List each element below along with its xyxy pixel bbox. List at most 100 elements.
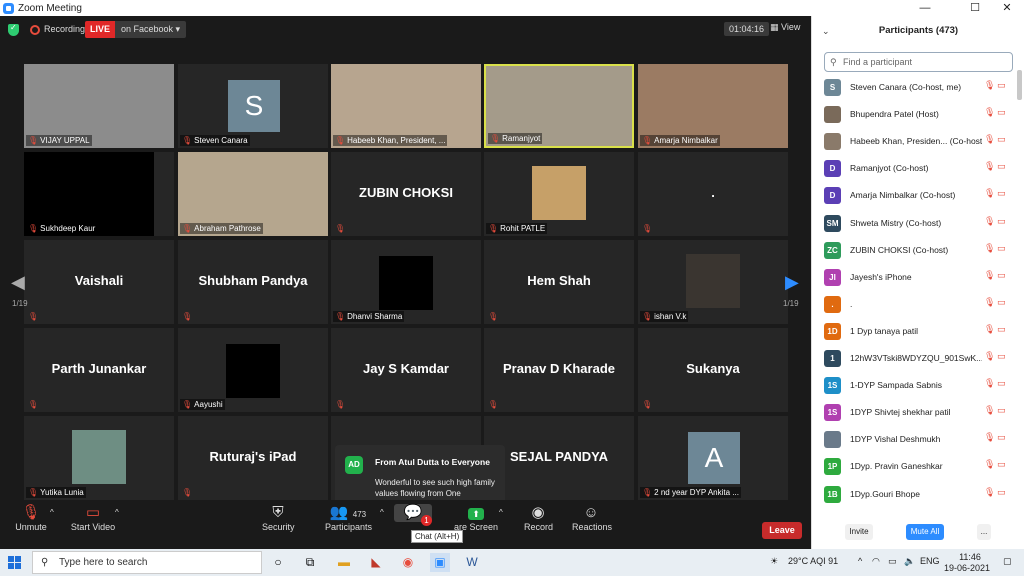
video-tile[interactable]: 🎙 ishan V.k: [638, 240, 788, 324]
invite-button[interactable]: Invite: [845, 524, 873, 540]
participant-row[interactable]: SM Shweta Mistry (Co-host) 🎙 ▭: [812, 210, 1017, 237]
leave-button[interactable]: Leave: [762, 522, 802, 539]
view-button[interactable]: ▦ View: [770, 22, 800, 33]
video-options-caret-icon[interactable]: ^: [115, 508, 119, 517]
participant-avatar: 1D: [824, 322, 841, 340]
windows-start-icon[interactable]: [8, 556, 21, 569]
video-tile[interactable]: 🎙 Aayushi: [178, 328, 328, 412]
chrome-icon[interactable]: ◉: [398, 553, 418, 572]
video-status-icon: ▭: [997, 134, 1006, 145]
taskbar-search-input[interactable]: ⚲ Type here to search: [32, 551, 262, 574]
security-button[interactable]: ⛨ Security: [262, 504, 295, 532]
participant-row[interactable]: Bhupendra Patel (Host) 🎙 ▭: [812, 101, 1017, 128]
participant-name: Shweta Mistry (Co-host): [850, 217, 942, 228]
record-label: Record: [524, 522, 554, 532]
video-tile[interactable]: 🎙 Abraham Pathrose: [178, 152, 328, 236]
video-tile[interactable]: . 🎙: [638, 152, 788, 236]
participant-row[interactable]: S Steven Canara (Co-host, me) 🎙 ▭: [812, 74, 1017, 101]
video-tile[interactable]: 🎙 Rohit PATLE: [484, 152, 634, 236]
participant-row[interactable]: 1D 1 Dyp tanaya patil 🎙 ▭: [812, 318, 1017, 345]
prev-page-arrow-icon[interactable]: ◀: [11, 272, 25, 293]
record-button[interactable]: ◉ Record: [524, 504, 554, 532]
notification-center-icon[interactable]: ▢: [1003, 556, 1012, 567]
next-page-arrow-icon[interactable]: ▶: [785, 272, 799, 293]
security-shield-icon[interactable]: [8, 23, 19, 36]
participant-row[interactable]: JI Jayesh's iPhone 🎙 ▭: [812, 264, 1017, 291]
reactions-button[interactable]: ☺ Reactions: [572, 504, 612, 532]
clock-time[interactable]: 11:46: [955, 552, 985, 562]
video-tile[interactable]: ZUBIN CHOKSI 🎙: [331, 152, 481, 236]
share-options-caret-icon[interactable]: ^: [499, 508, 503, 517]
participant-search-input[interactable]: ⚲ Find a participant: [824, 52, 1013, 72]
live-target-dropdown[interactable]: on Facebook ▾: [115, 21, 187, 38]
minimize-button[interactable]: —: [910, 0, 940, 16]
video-tile[interactable]: Jay S Kamdar 🎙: [331, 328, 481, 412]
participant-row[interactable]: 1P 1Dyp. Pravin Ganeshkar 🎙 ▭: [812, 453, 1017, 480]
mute-all-button[interactable]: Mute All: [906, 524, 944, 540]
video-tile[interactable]: 🎙 Habeeb Khan, President, ...: [331, 64, 481, 148]
clock-date[interactable]: 19-06-2021: [944, 563, 994, 573]
mic-status-icon: 🎙: [984, 107, 996, 118]
video-tile[interactable]: S 🎙 Steven Canara: [178, 64, 328, 148]
participant-row[interactable]: 1DYP Vishal Deshmukh 🎙 ▭: [812, 426, 1017, 453]
video-status-icon: ▭: [997, 486, 1006, 497]
weather-text[interactable]: 29°C AQI 91: [788, 556, 838, 566]
video-tile[interactable]: Pranav D Kharade 🎙: [484, 328, 634, 412]
video-tile[interactable]: SEJAL PANDYA🎙: [484, 416, 634, 500]
video-tile[interactable]: A 🎙 2 nd year DYP Ankita ...: [638, 416, 788, 500]
video-tile[interactable]: 🎙 Ramanjyot: [484, 64, 634, 148]
pdf-reader-icon[interactable]: ◣: [366, 553, 386, 572]
participant-name: 1Dyp. Pravin Ganeshkar: [850, 461, 943, 472]
zoom-app-icon[interactable]: ▣: [430, 553, 450, 572]
language-indicator[interactable]: ENG: [920, 556, 940, 566]
participants-button[interactable]: 👥 473 Participants: [325, 504, 372, 532]
participant-row[interactable]: Habeeb Khan, Presiden... (Co-host) 🎙 ▭: [812, 128, 1017, 155]
video-tile[interactable]: 🎙 VIJAY UPPAL: [24, 64, 174, 148]
participant-row[interactable]: ZC ZUBIN CHOKSI (Co-host) 🎙 ▭: [812, 237, 1017, 264]
participant-name-display: Ruturaj's iPad: [209, 449, 297, 464]
mic-status-icon: 🎙: [984, 134, 996, 145]
task-view-icon[interactable]: ⧉: [300, 553, 320, 572]
participant-avatar: SM: [824, 214, 841, 232]
live-stream-indicator[interactable]: LIVE on Facebook ▾: [85, 21, 187, 38]
video-tile[interactable]: 🎙 Amarja Nimbalkar: [638, 64, 788, 148]
muted-mic-icon: 🎙: [28, 488, 39, 497]
video-tile[interactable]: 🎙 Yutika Lunia: [24, 416, 174, 500]
word-icon[interactable]: W: [462, 553, 482, 572]
participant-row[interactable]: 1S 1-DYP Sampada Sabnis 🎙 ▭: [812, 372, 1017, 399]
cortana-icon[interactable]: ○: [268, 553, 288, 572]
video-status-icon: ▭: [997, 269, 1006, 280]
more-button[interactable]: ...: [977, 524, 991, 540]
participant-avatar: A: [688, 432, 740, 484]
video-tile[interactable]: Hem Shah 🎙: [484, 240, 634, 324]
video-tile[interactable]: 🎙 Sukhdeep Kaur: [24, 152, 174, 236]
video-tile[interactable]: Ruturaj's iPad 🎙: [178, 416, 328, 500]
participants-caret-icon[interactable]: ^: [380, 508, 384, 517]
participant-row[interactable]: D Amarja Nimbalkar (Co-host) 🎙 ▭: [812, 182, 1017, 209]
participant-row[interactable]: 1 12hW3VTski8WDYZQU_901SwK... 🎙 ▭: [812, 345, 1017, 372]
participant-avatar: S: [228, 80, 280, 132]
participant-avatar: 1B: [824, 485, 841, 503]
maximize-button[interactable]: ☐: [960, 0, 990, 16]
close-window-button[interactable]: ✕: [992, 0, 1022, 16]
page-indicator-left: 1/19: [12, 299, 28, 308]
video-tile[interactable]: 🎙 Dhanvi Sharma: [331, 240, 481, 324]
participant-row[interactable]: 1B 1Dyp.Gouri Bhope 🎙 ▭: [812, 481, 1017, 508]
audio-options-caret-icon[interactable]: ^: [50, 508, 54, 517]
unmute-button[interactable]: 🎙 Unmute: [14, 504, 48, 532]
muted-mic-icon: 🎙: [488, 400, 499, 409]
participant-row[interactable]: D Ramanjyot (Co-host) 🎙 ▭: [812, 155, 1017, 182]
video-status-icon: ▭: [997, 378, 1006, 389]
participant-row[interactable]: . . 🎙 ▭: [812, 291, 1017, 318]
video-tile[interactable]: Vaishali 🎙: [24, 240, 174, 324]
start-video-button[interactable]: ▭ Start Video: [70, 504, 116, 532]
tray-caret-icon[interactable]: ^: [858, 556, 862, 566]
video-tile[interactable]: Parth Junankar 🎙: [24, 328, 174, 412]
file-explorer-icon[interactable]: ▬: [334, 553, 354, 572]
participant-list-scrollbar[interactable]: [1017, 70, 1022, 100]
share-screen-button[interactable]: ⬆ are Screen: [450, 504, 502, 532]
participant-row[interactable]: 1S 1DYP Shivtej shekhar patil 🎙 ▭: [812, 399, 1017, 426]
muted-mic-icon: 🎙: [335, 400, 346, 409]
video-tile[interactable]: Sukanya 🎙: [638, 328, 788, 412]
video-tile[interactable]: Shubham Pandya 🎙: [178, 240, 328, 324]
